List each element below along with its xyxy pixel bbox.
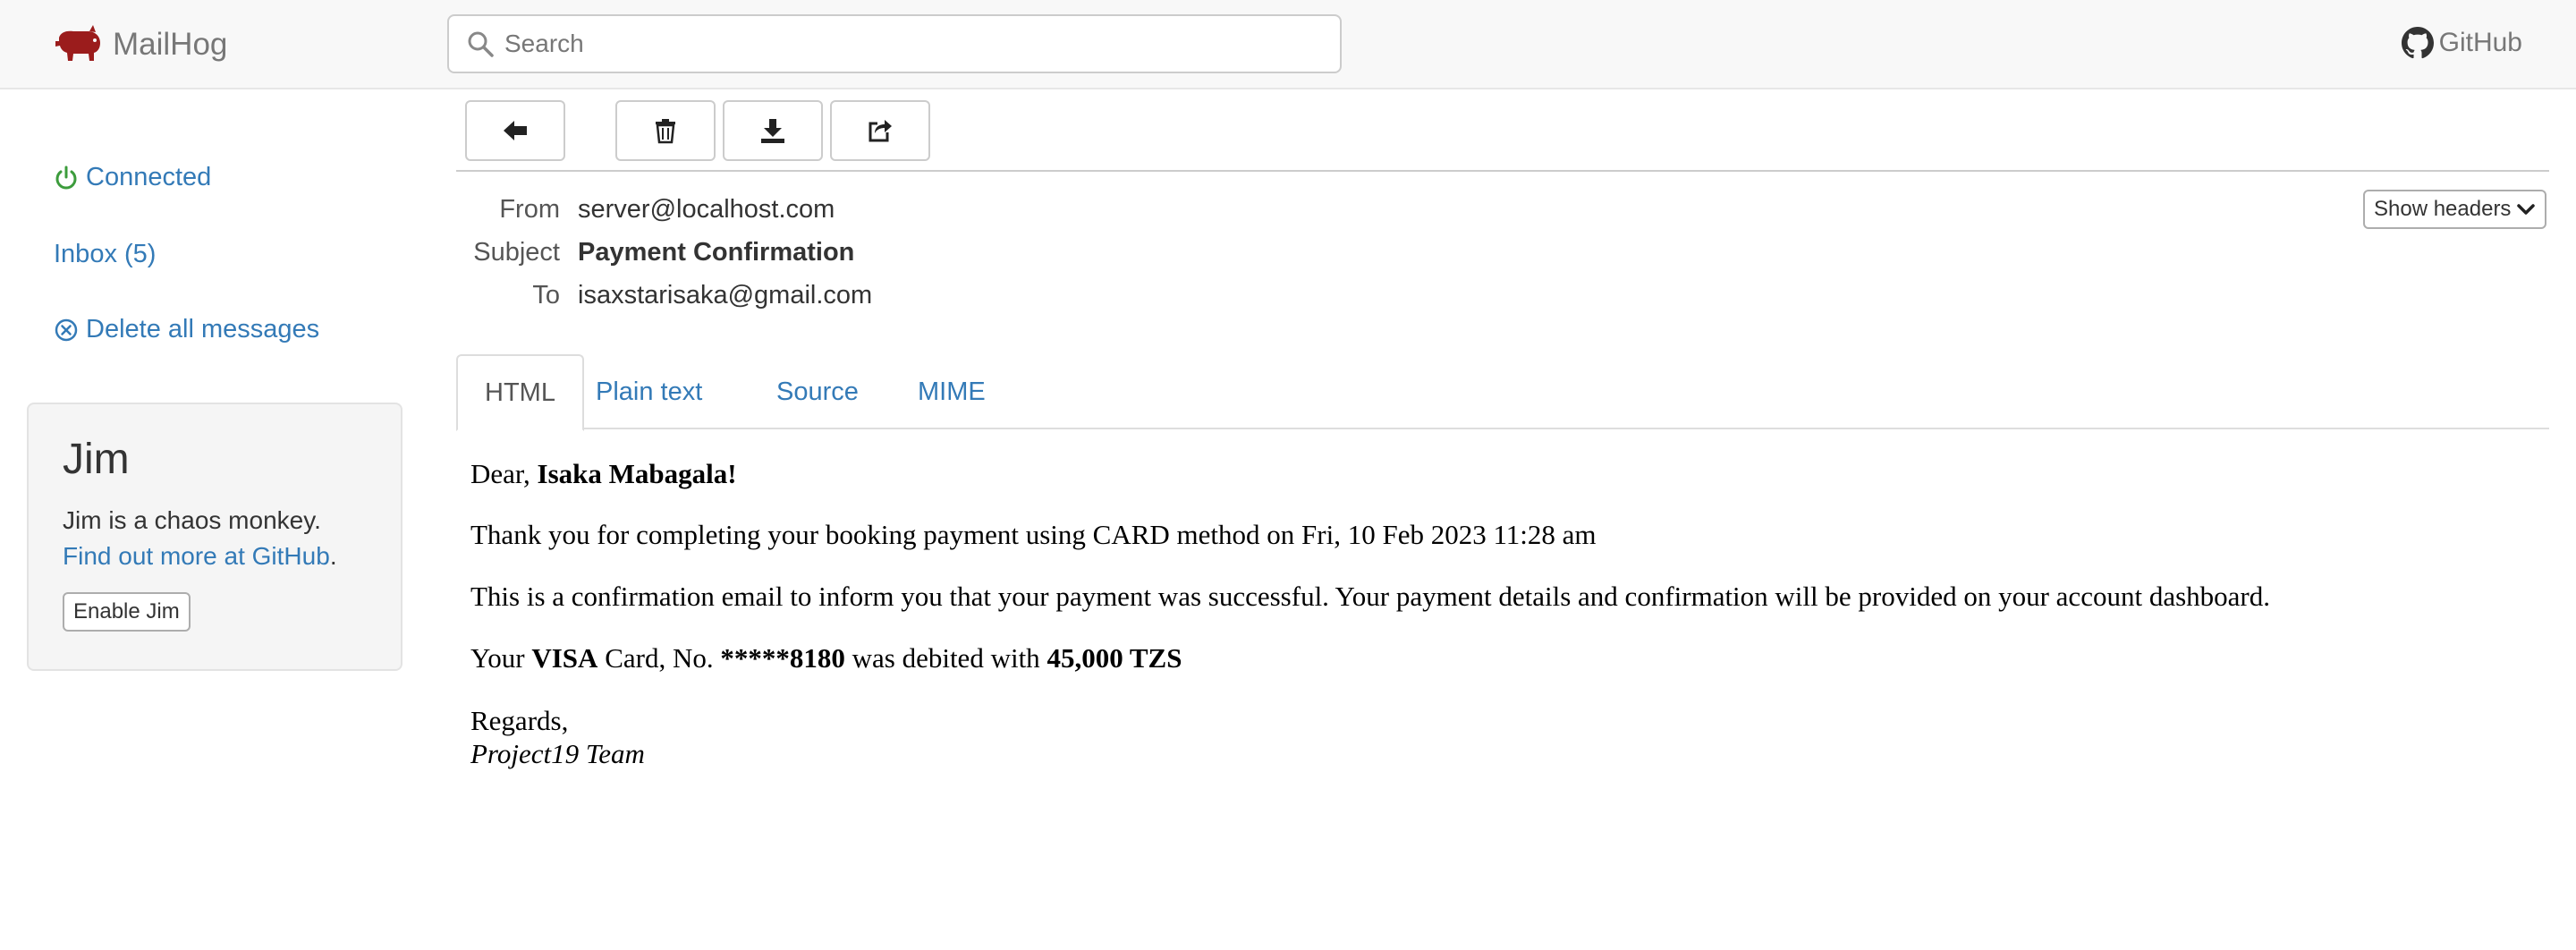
sidebar: Connected Inbox (5) Delete all messages …: [0, 91, 429, 950]
debit-line: Your VISA Card, No. *****8180 was debite…: [470, 642, 1182, 674]
to-value: isaxstarisaka@gmail.com: [578, 281, 873, 310]
to-label: To: [532, 281, 560, 310]
regards-line: Regards,: [470, 705, 569, 736]
card-number: *****8180: [720, 642, 845, 674]
inbox-link[interactable]: Inbox (5): [54, 240, 156, 269]
github-link[interactable]: GitHub: [2401, 27, 2522, 59]
release-button[interactable]: [830, 100, 930, 161]
remove-circle-icon: [55, 318, 78, 341]
connected-status-link[interactable]: Connected: [54, 163, 211, 192]
greeting-name: Isaka Mabagala!: [537, 458, 737, 489]
card-type: VISA: [531, 642, 598, 674]
jim-link-suffix: .: [329, 542, 337, 570]
chevron-down-icon: [2517, 204, 2536, 215]
share-icon: [869, 120, 892, 142]
download-icon: [761, 119, 784, 143]
debit-amount: 45,000 TZS: [1046, 642, 1182, 674]
signature-line: Project19 Team: [470, 738, 645, 770]
brand-link[interactable]: MailHog: [54, 25, 227, 64]
show-headers-button[interactable]: Show headers: [2363, 190, 2547, 229]
show-headers-label: Show headers: [2374, 197, 2512, 221]
brand-name: MailHog: [113, 27, 228, 62]
delete-all-label: Delete all messages: [86, 315, 320, 344]
delete-all-messages-link[interactable]: Delete all messages: [54, 315, 319, 344]
jim-description: Jim is a chaos monkey.: [63, 506, 321, 534]
top-navbar: MailHog GitHub: [0, 0, 2576, 89]
jim-panel: Jim Jim is a chaos monkey. Find out more…: [27, 403, 402, 671]
tab-html[interactable]: HTML: [456, 354, 584, 431]
header-subject-row: Subject Payment Confirmation: [456, 238, 1351, 274]
subject-value: Payment Confirmation: [578, 238, 855, 267]
pig-logo-icon: [55, 25, 100, 61]
github-icon: [2401, 27, 2434, 59]
debit-text-b: Card, No.: [597, 642, 721, 674]
connected-label: Connected: [86, 163, 212, 191]
subject-label: Subject: [473, 238, 560, 267]
power-icon: [55, 165, 77, 189]
tab-mime[interactable]: MIME: [891, 354, 1013, 429]
header-from-row: From server@localhost.com: [456, 195, 1351, 231]
arrow-left-icon: [504, 121, 527, 140]
jim-title: Jim: [63, 436, 130, 483]
jim-github-link[interactable]: Find out more at GitHub: [63, 542, 330, 570]
download-button[interactable]: [723, 100, 823, 161]
confirmation-line: This is a confirmation email to inform y…: [470, 581, 2270, 612]
from-value: server@localhost.com: [578, 195, 835, 224]
thank-you-line: Thank you for completing your booking pa…: [470, 519, 1597, 550]
greeting-line: Dear, Isaka Mabagala!: [470, 458, 737, 490]
back-button[interactable]: [465, 100, 565, 161]
github-label: GitHub: [2438, 28, 2522, 57]
search-input[interactable]: [504, 30, 1309, 58]
debit-text-c: was debited with: [844, 642, 1047, 674]
from-label: From: [499, 195, 560, 224]
search-icon: [468, 31, 494, 57]
header-to-row: To isaxstarisaka@gmail.com: [456, 281, 1351, 317]
delete-button[interactable]: [615, 100, 716, 161]
enable-jim-button[interactable]: Enable Jim: [63, 592, 191, 632]
tab-plain-text[interactable]: Plain text: [569, 354, 729, 429]
inbox-label: Inbox (5): [54, 240, 157, 268]
toolbar-divider: [456, 170, 2549, 172]
tab-source[interactable]: Source: [750, 354, 886, 429]
debit-text-a: Your: [470, 642, 532, 674]
jim-link-line: Find out more at GitHub.: [63, 539, 367, 574]
trash-icon: [656, 119, 675, 144]
message-tabs: HTML Plain text Source MIME: [456, 354, 2549, 431]
search-box[interactable]: [447, 14, 1342, 73]
greeting-prefix: Dear,: [470, 458, 538, 489]
signature: Project19 Team: [470, 738, 645, 769]
